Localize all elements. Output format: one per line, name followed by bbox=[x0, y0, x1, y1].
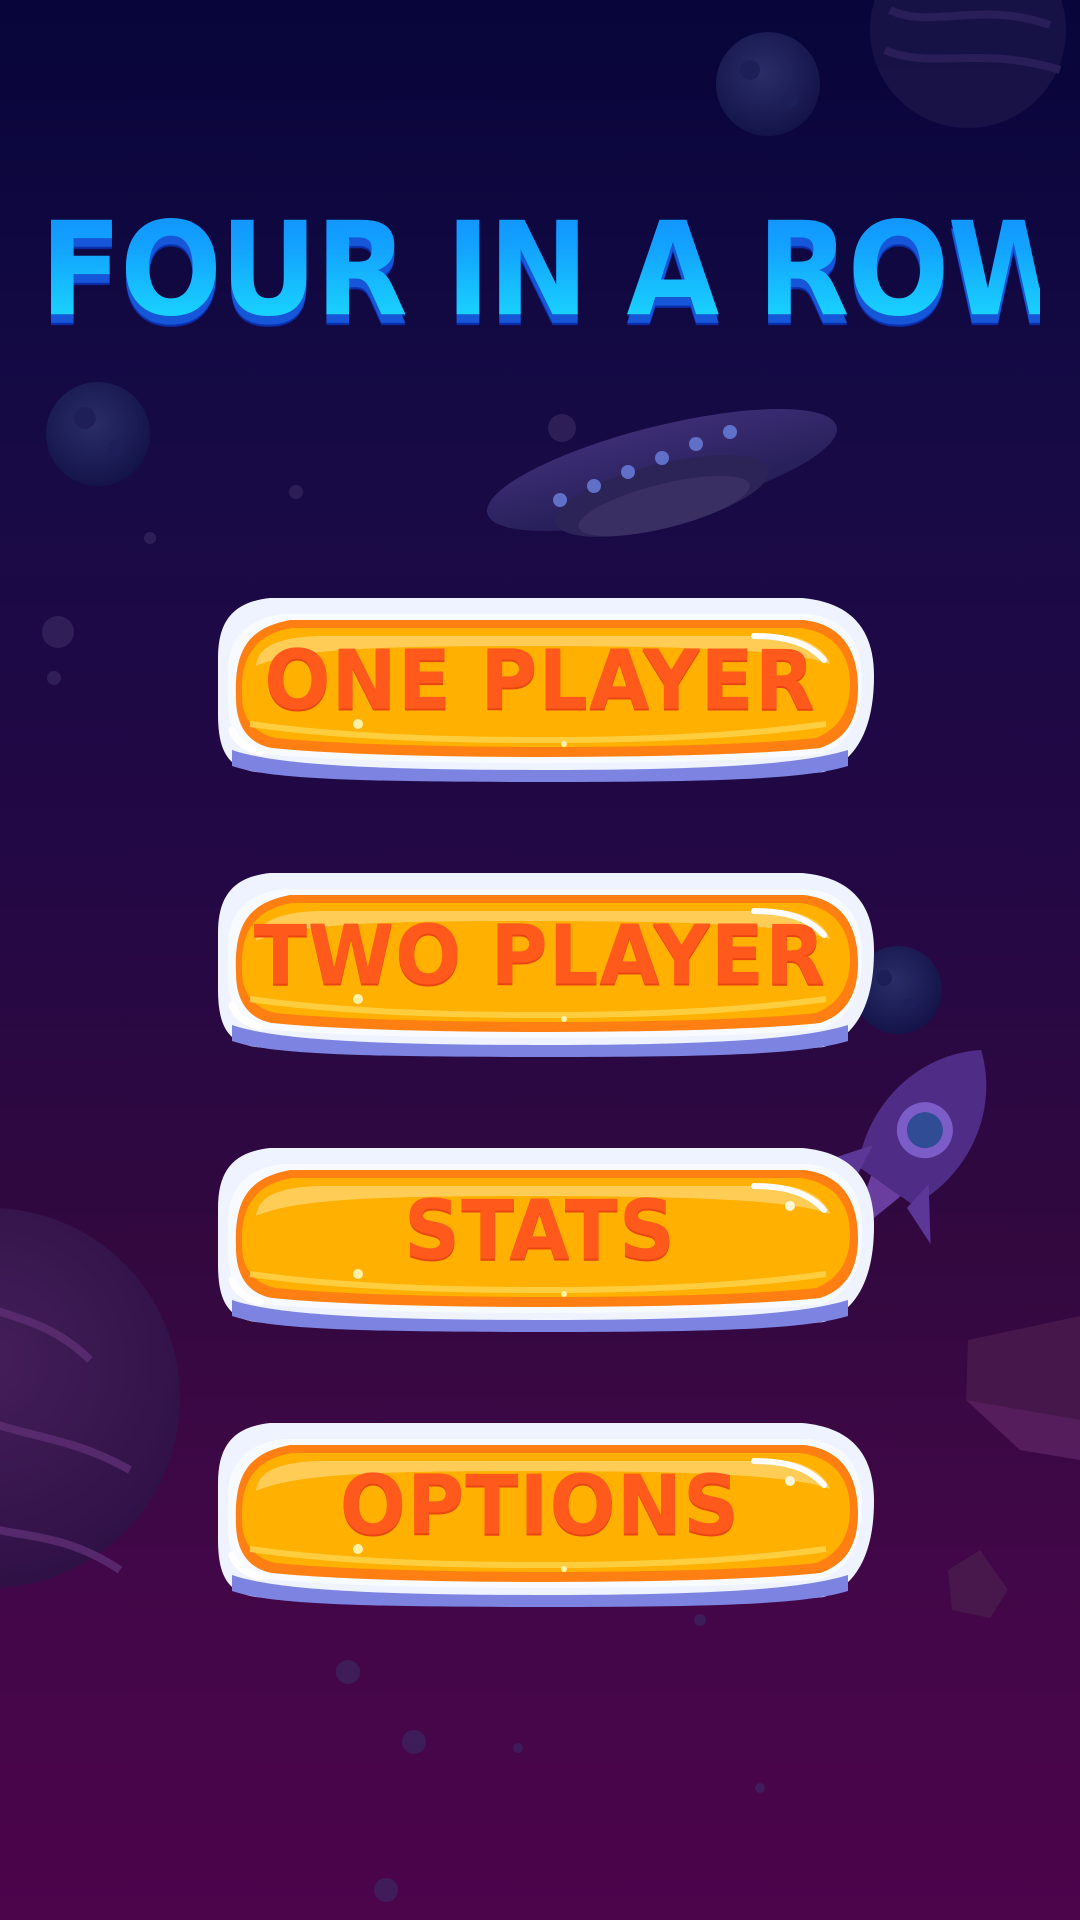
one-player-button[interactable]: ONE PLAYER bbox=[198, 584, 882, 794]
two-player-button[interactable]: TWO PLAYER bbox=[198, 859, 882, 1069]
stats-button[interactable]: STATS bbox=[198, 1134, 882, 1344]
main-menu-screen: FOUR IN A ROW ONE PLAYER TWO PLAYER STAT… bbox=[0, 0, 1080, 1920]
two-player-label: TWO PLAYER bbox=[253, 908, 827, 1004]
options-button[interactable]: OPTIONS bbox=[198, 1409, 882, 1619]
main-menu: ONE PLAYER TWO PLAYER STATS OPTIONS bbox=[0, 0, 1080, 1920]
one-player-label: ONE PLAYER bbox=[264, 633, 816, 729]
options-label: OPTIONS bbox=[339, 1458, 741, 1554]
stats-label: STATS bbox=[403, 1183, 677, 1279]
